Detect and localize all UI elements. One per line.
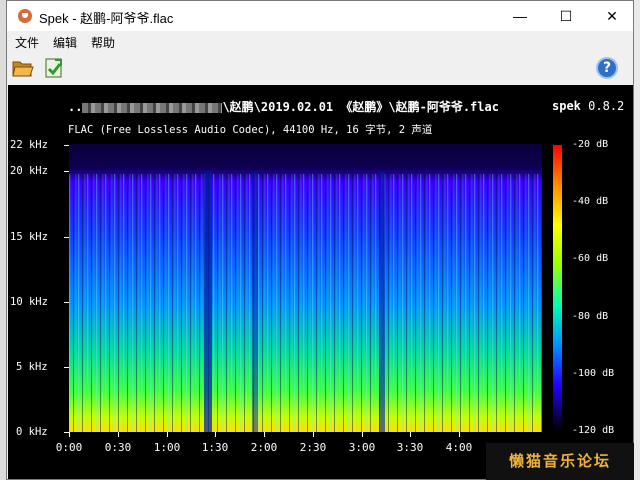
app-name: spek: [552, 99, 581, 113]
x-label-0-00: 0:00: [55, 441, 83, 454]
color-legend-bar: [553, 145, 562, 431]
menu-edit[interactable]: 编辑: [53, 34, 77, 51]
title-bar[interactable]: Spek - 赵鹏-阿爷爷.flac — ☐ ✕: [7, 1, 633, 31]
menu-file[interactable]: 文件: [15, 34, 39, 51]
x-label-4-00: 4:00: [445, 441, 473, 454]
y-label-0: 0 kHz: [16, 426, 48, 438]
x-tick: [167, 432, 168, 437]
folder-open-icon[interactable]: [12, 58, 34, 78]
y-label-22: 22 kHz: [10, 139, 48, 151]
x-label-2-00: 2:00: [250, 441, 278, 454]
forum-watermark: 懒猫音乐论坛: [486, 443, 634, 480]
x-tick: [264, 432, 265, 437]
x-tick: [313, 432, 314, 437]
minimize-button[interactable]: —: [497, 1, 543, 31]
x-tick: [118, 432, 119, 437]
spek-window: Spek - 赵鹏-阿爷爷.flac — ☐ ✕ 文件 编辑 帮助 ? .. \赵…: [6, 0, 634, 480]
menu-bar: 文件 编辑 帮助: [7, 31, 633, 53]
help-icon[interactable]: ?: [596, 57, 618, 79]
x-label-1-30: 1:30: [201, 441, 229, 454]
x-tick: [459, 432, 460, 437]
x-label-1-00: 1:00: [153, 441, 181, 454]
legend-label-minus60: -60 dB: [572, 253, 609, 264]
legend-label-minus100: -100 dB: [572, 368, 615, 379]
file-info: FLAC (Free Lossless Audio Codec), 44100 …: [68, 124, 433, 136]
x-label-3-00: 3:00: [348, 441, 376, 454]
spectrogram-view: .. \赵鹏\2019.02.01 《赵鹏》\赵鹏-阿爷爷.flac spek 0…: [8, 85, 633, 479]
y-label-15: 15 kHz: [10, 231, 48, 243]
legend-label-minus80: -80 dB: [572, 311, 609, 322]
maximize-button[interactable]: ☐: [543, 1, 589, 31]
x-tick: [410, 432, 411, 437]
x-label-3-30: 3:30: [396, 441, 424, 454]
x-tick: [362, 432, 363, 437]
y-label-20: 20 kHz: [10, 165, 48, 177]
app-version-number: 0.8.2: [588, 99, 625, 113]
x-label-0-30: 0:30: [104, 441, 132, 454]
desktop-background-right: [634, 0, 640, 480]
x-tick: [215, 432, 216, 437]
file-path: .. \赵鹏\2019.02.01 《赵鹏》\赵鹏-阿爷爷.flac: [68, 98, 499, 115]
spek-app-icon: [18, 9, 32, 23]
x-tick: [69, 432, 70, 437]
file-path-prefix: ..: [68, 100, 83, 114]
x-label-2-30: 2:30: [299, 441, 327, 454]
y-label-10: 10 kHz: [10, 296, 48, 308]
close-button[interactable]: ✕: [589, 1, 633, 31]
spectrogram-image: [69, 144, 542, 432]
file-path-name: \赵鹏\2019.02.01 《赵鹏》\赵鹏-阿爷爷.flac: [222, 100, 499, 114]
redacted-path: [82, 102, 223, 113]
menu-help[interactable]: 帮助: [91, 34, 115, 51]
y-label-5: 5 kHz: [16, 361, 48, 373]
legend-label-minus20: -20 dB: [572, 139, 609, 150]
toolbar: ?: [7, 53, 633, 85]
legend-label-minus120: -120 dB: [572, 425, 615, 436]
window-title: Spek - 赵鹏-阿爷爷.flac: [39, 11, 174, 26]
legend-label-minus40: -40 dB: [572, 196, 609, 207]
save-export-icon[interactable]: [43, 57, 65, 79]
app-version: spek 0.8.2: [552, 99, 624, 113]
